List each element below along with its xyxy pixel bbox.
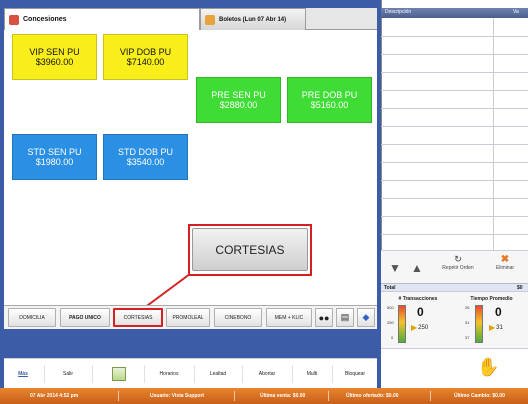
category-domicilia[interactable]: DOMICILIA — [8, 308, 56, 327]
gauge-scale-label: 31 — [465, 320, 470, 325]
lock-button[interactable]: Bloquear — [334, 359, 376, 389]
abort-button[interactable]: Abortar — [244, 359, 290, 389]
scroll-down-icon[interactable]: ▼ — [389, 261, 401, 275]
transactions-target: ▶ 250 — [411, 323, 428, 332]
product-name: VIP SEN PU — [29, 47, 80, 57]
avg-time-gauge — [475, 305, 483, 343]
more-button[interactable]: Más — [4, 359, 42, 389]
tab-label: Concesiones — [23, 16, 67, 23]
category-bar: DOMICILIA PAGO UNICO CORTESIAS PROMOLEAL… — [4, 305, 377, 329]
glasses-icon[interactable]: ●● — [315, 308, 333, 327]
category-mem-klic[interactable]: MEM + KLIC — [266, 308, 312, 327]
function-bar: Más Salir Horarios Lealtad Abortar Multi… — [4, 358, 377, 388]
gauge-scale-label: 26 — [465, 305, 470, 310]
delete-label: Eliminar — [495, 265, 515, 271]
calendar-icon — [112, 367, 126, 381]
transactions-gauge — [398, 305, 406, 343]
arrow-icon: ▶ — [411, 323, 418, 332]
avg-time-title: Tiempo Promedio — [470, 296, 513, 302]
arrow-icon: ▶ — [489, 323, 496, 332]
status-last-tendered: Último ofertado: $0.00 — [346, 393, 399, 399]
product-tile-vip-sen[interactable]: VIP SEN PU $3960.00 — [12, 34, 97, 80]
status-bar: 07 Abr 2014 4:52 pm Usuario: Vista Suppo… — [0, 388, 528, 404]
transactions-value: 0 — [417, 305, 424, 319]
multi-button[interactable]: Multi — [294, 359, 330, 389]
product-name: VIP DOB PU — [119, 47, 172, 57]
tickets-icon — [205, 14, 215, 25]
tab-concesiones[interactable]: Concesiones — [4, 8, 200, 30]
repeat-order-label: Repetir Orden — [442, 265, 474, 271]
gauge-scale-label: 37 — [465, 335, 470, 340]
order-toolbar: ▼ ▲ ↻ Repetir Orden ✖ Eliminar — [381, 250, 528, 283]
status-last-sale: Última venta: $0.00 — [260, 393, 306, 399]
delete-button[interactable]: ✖ Eliminar — [485, 254, 525, 282]
status-last-change: Último Cambio: $0.00 — [454, 393, 505, 399]
product-name: STD DOB PU — [117, 147, 173, 157]
product-price: $7140.00 — [126, 57, 165, 67]
avg-time-value: 0 — [495, 305, 502, 319]
calendar-button[interactable] — [96, 359, 142, 389]
product-name: PRE SEN PU — [211, 90, 266, 100]
avg-time-target: ▶ 31 — [489, 323, 503, 332]
schedule-button[interactable]: Horarios — [146, 359, 192, 389]
product-tile-pre-sen[interactable]: PRE SEN PU $2880.00 — [196, 77, 281, 123]
vista-logo-icon: ✋ — [477, 357, 500, 377]
column-amount: Va — [513, 9, 519, 15]
globe-icon[interactable]: ◆ — [357, 308, 375, 327]
tab-boletos[interactable]: Boletos (Lun 07 Abr 14) — [200, 8, 306, 30]
transactions-target-value: 250 — [418, 324, 429, 331]
repeat-icon: ↻ — [454, 254, 462, 264]
product-tile-vip-dob[interactable]: VIP DOB PU $7140.00 — [103, 34, 188, 80]
film-icon[interactable]: ▤ — [336, 308, 354, 327]
repeat-order-button[interactable]: ↻ Repetir Orden — [435, 254, 481, 282]
gauge-scale-label: 500 — [387, 305, 394, 310]
product-name: STD SEN PU — [27, 147, 82, 157]
total-row: Total $0 — [381, 283, 528, 291]
order-list[interactable] — [381, 18, 528, 250]
gauge-scale-label: 0 — [391, 335, 394, 340]
scroll-up-icon[interactable]: ▲ — [411, 261, 423, 275]
category-pago-unico[interactable]: PAGO UNICO — [60, 308, 110, 327]
gauge-scale-label: 250 — [387, 320, 394, 325]
product-tile-pre-dob[interactable]: PRE DOB PU $5160.00 — [287, 77, 372, 123]
pos-window: Concesiones Boletos (Lun 07 Abr 14) VIP … — [0, 0, 528, 404]
stats-panel: # Transacciones 500 250 0 0 ▶ 250 Tiempo… — [381, 291, 528, 348]
product-tile-std-sen[interactable]: STD SEN PU $1980.00 — [12, 134, 97, 180]
avg-time-target-value: 31 — [496, 324, 503, 331]
product-price: $5160.00 — [310, 100, 349, 110]
status-datetime: 07 Abr 2014 4:52 pm — [30, 393, 79, 399]
column-divider — [493, 18, 494, 250]
category-promoleal[interactable]: PROMOLEAL — [166, 308, 210, 327]
product-price: $1980.00 — [35, 157, 74, 167]
product-price: $3540.00 — [126, 157, 165, 167]
product-price: $2880.00 — [219, 100, 258, 110]
order-header: Descripción Va — [381, 8, 528, 18]
tab-bar: Concesiones Boletos (Lun 07 Abr 14) — [4, 8, 377, 30]
concessions-icon — [9, 14, 19, 25]
product-price: $3960.00 — [35, 57, 74, 67]
product-tile-std-dob[interactable]: STD DOB PU $3540.00 — [103, 134, 188, 180]
transactions-title: # Transacciones — [398, 296, 438, 302]
category-cortesias[interactable]: CORTESIAS — [113, 308, 163, 327]
tab-label: Boletos (Lun 07 Abr 14) — [219, 16, 287, 23]
status-user: Usuario: Vista Support — [150, 393, 205, 399]
category-cinebono[interactable]: CINEBONO — [214, 308, 262, 327]
cortesias-zoom-button[interactable]: CORTESIAS — [192, 228, 308, 271]
brand-area: ✋ — [381, 348, 528, 388]
delete-icon: ✖ — [500, 254, 510, 265]
column-description: Descripción — [385, 9, 412, 15]
product-name: PRE DOB PU — [301, 90, 358, 100]
exit-button[interactable]: Salir — [46, 359, 90, 389]
loyalty-button[interactable]: Lealtad — [196, 359, 240, 389]
